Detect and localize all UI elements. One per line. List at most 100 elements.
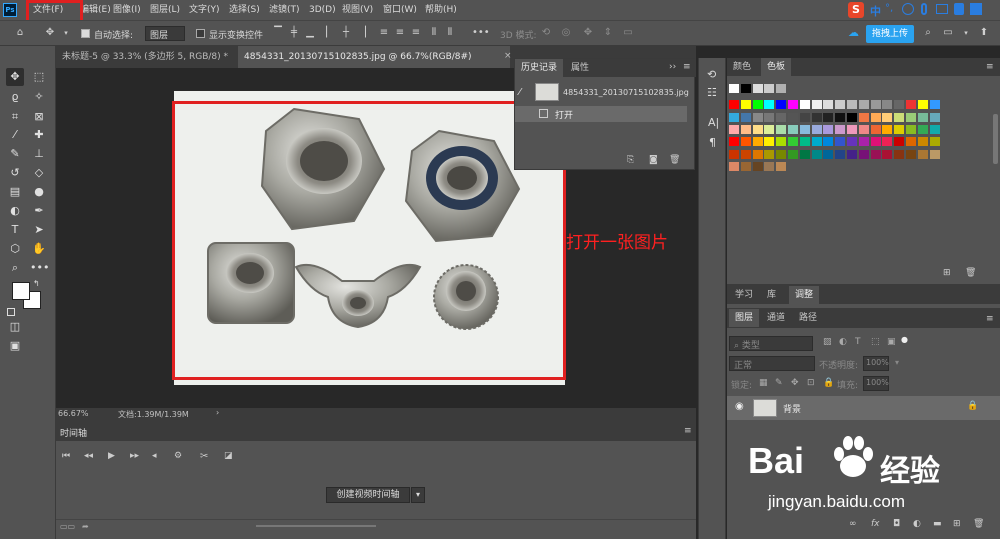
color-swatch[interactable]: [847, 149, 858, 160]
color-swatch[interactable]: [823, 149, 835, 160]
color-swatch[interactable]: [894, 100, 906, 111]
screen-mode-icon[interactable]: ▣: [6, 337, 24, 355]
menu-help[interactable]: 帮助(H): [425, 3, 457, 17]
color-swatch[interactable]: [906, 100, 917, 111]
color-swatch[interactable]: [776, 112, 788, 123]
split-scissors-icon[interactable]: ✂: [200, 451, 208, 462]
color-swatch[interactable]: [929, 124, 941, 135]
color-swatch[interactable]: [764, 84, 776, 94]
show-transform-checkbox[interactable]: [196, 29, 205, 38]
color-swatch[interactable]: [752, 161, 764, 172]
color-swatch[interactable]: [929, 137, 941, 148]
color-swatch[interactable]: [811, 100, 823, 111]
new-swatch-icon[interactable]: ⊞: [943, 268, 951, 278]
color-swatch[interactable]: [882, 137, 894, 148]
render-video-icon[interactable]: ➦: [82, 522, 89, 531]
tab-adjustments[interactable]: 调整: [789, 286, 820, 304]
3d-orbit-icon[interactable]: ⟲: [540, 27, 552, 39]
shape-tool-icon[interactable]: ⬡: [6, 240, 24, 258]
distribute-bottom-icon[interactable]: ≡: [410, 27, 422, 39]
filter-adjustment-icon[interactable]: ◐: [839, 337, 847, 347]
align-right-icon[interactable]: ▕: [356, 27, 368, 39]
color-swatch[interactable]: [752, 112, 764, 123]
color-swatch[interactable]: [776, 149, 788, 160]
distribute-left-icon[interactable]: ⦀: [428, 27, 440, 39]
color-swatch[interactable]: [894, 149, 906, 160]
properties-panel-icon[interactable]: ☷: [707, 86, 717, 99]
color-swatch[interactable]: [788, 112, 799, 123]
menu-view[interactable]: 视图(V): [342, 3, 373, 17]
color-swatch[interactable]: [917, 100, 929, 111]
color-swatch[interactable]: [811, 137, 823, 148]
color-swatch[interactable]: [776, 137, 788, 148]
timeline-mode-chevron-icon[interactable]: ▾: [411, 487, 425, 503]
color-swatch[interactable]: [858, 149, 870, 160]
edit-toolbar-icon[interactable]: •••: [30, 259, 49, 277]
lasso-tool-icon[interactable]: ϱ: [6, 88, 24, 106]
magic-wand-tool-icon[interactable]: ✧: [30, 88, 48, 106]
skin-icon[interactable]: [954, 3, 964, 15]
layer-name[interactable]: 背景: [783, 402, 801, 415]
tab-channels[interactable]: 通道: [761, 309, 791, 327]
opacity-input[interactable]: 100%: [863, 356, 889, 371]
lock-artboard-icon[interactable]: ⊡: [807, 378, 815, 388]
transition-icon[interactable]: ◪: [224, 451, 233, 461]
3d-scale-icon[interactable]: ▭: [622, 27, 634, 39]
3d-roll-icon[interactable]: ◎: [560, 27, 572, 39]
color-swatch[interactable]: [929, 112, 941, 123]
move-tool-icon[interactable]: ✥: [6, 68, 24, 86]
color-swatch[interactable]: [811, 124, 823, 135]
color-swatch[interactable]: [870, 149, 882, 160]
color-swatch[interactable]: [823, 100, 835, 111]
color-swatch[interactable]: [788, 137, 799, 148]
color-swatch[interactable]: [870, 137, 882, 148]
panel-menu-icon[interactable]: ≡: [986, 62, 994, 72]
type-tool-icon[interactable]: T: [6, 221, 24, 239]
ime-lang-label[interactable]: 中: [870, 3, 881, 19]
color-swatch[interactable]: [858, 112, 870, 123]
crop-tool-icon[interactable]: ⌗: [6, 108, 24, 126]
status-menu-chevron-icon[interactable]: ›: [216, 408, 219, 417]
menu-image[interactable]: 图像(I): [113, 3, 141, 17]
align-hcenter-icon[interactable]: ┼: [340, 27, 352, 39]
trash-icon[interactable]: 🗑: [669, 155, 680, 165]
stamp-tool-icon[interactable]: ⊥: [30, 145, 48, 163]
color-swatch[interactable]: [917, 112, 929, 123]
first-frame-icon[interactable]: ⏮: [62, 451, 70, 461]
color-swatch[interactable]: [764, 161, 776, 172]
tab-swatches[interactable]: 色板: [761, 58, 792, 76]
timeline-title[interactable]: 时间轴: [60, 426, 87, 439]
color-swatch[interactable]: [729, 112, 740, 123]
menu-filter[interactable]: 滤镜(T): [269, 3, 300, 17]
color-swatch[interactable]: [740, 100, 752, 111]
timeline-zoom-slider[interactable]: [256, 525, 376, 527]
brush-tool-icon[interactable]: ✎: [6, 145, 24, 163]
color-swatch[interactable]: [870, 112, 882, 123]
color-swatch[interactable]: [858, 100, 870, 111]
camera-icon[interactable]: ◙: [649, 155, 658, 165]
more-options-icon[interactable]: •••: [472, 27, 490, 39]
delete-swatch-icon[interactable]: 🗑: [965, 268, 976, 278]
prev-frame-icon[interactable]: ◂◂: [84, 451, 93, 461]
history-step-open[interactable]: 打开: [515, 106, 687, 122]
filter-shape-icon[interactable]: ⬚: [871, 337, 880, 347]
color-swatch[interactable]: [729, 149, 740, 160]
align-top-icon[interactable]: ▔: [272, 27, 284, 39]
panel-menu-icon[interactable]: ≡: [684, 426, 692, 436]
color-swatch[interactable]: [823, 124, 835, 135]
color-swatch[interactable]: [752, 124, 764, 135]
hand-tool-icon[interactable]: ✋: [30, 240, 48, 258]
menu-select[interactable]: 选择(S): [229, 3, 260, 17]
toolbox-icon[interactable]: [970, 3, 982, 15]
color-swatch[interactable]: [788, 100, 799, 111]
snapshot-name[interactable]: 4854331_20130715102835.jpg: [563, 88, 689, 97]
sogou-ime-icon[interactable]: S: [848, 2, 864, 18]
color-swatch[interactable]: [740, 149, 752, 160]
color-swatch[interactable]: [835, 100, 847, 111]
tab-layers[interactable]: 图层: [729, 309, 760, 327]
ime-punct-label[interactable]: °,: [885, 3, 893, 14]
distribute-hcenter-icon[interactable]: ⦀: [444, 27, 456, 39]
color-swatch[interactable]: [729, 100, 740, 111]
menu-edit[interactable]: 编辑(E): [80, 3, 111, 17]
dodge-tool-icon[interactable]: ◐: [6, 202, 24, 220]
